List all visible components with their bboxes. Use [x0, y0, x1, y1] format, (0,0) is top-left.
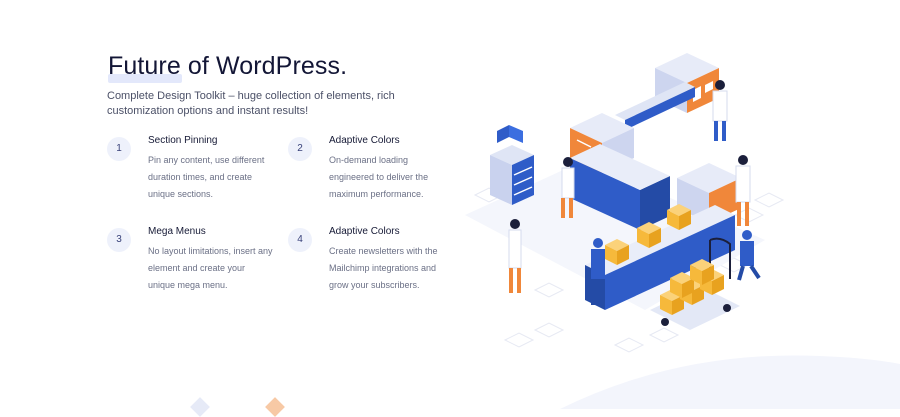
page-title: Future of WordPress.	[108, 52, 348, 80]
title-block: Future of WordPress.	[108, 52, 348, 83]
feature-number: 4	[288, 228, 312, 252]
feature-number: 2	[288, 137, 312, 161]
cabinet-icon	[490, 125, 534, 205]
feature-description: On-demand loading engineered to deliver …	[329, 155, 429, 199]
feature-description: Pin any content, use different duration …	[148, 155, 265, 199]
feature-title: Adaptive Colors	[329, 226, 400, 237]
feature-title: Adaptive Colors	[329, 135, 400, 146]
diamond-icon	[190, 397, 210, 417]
page-subtitle: Complete Design Toolkit – huge collectio…	[107, 90, 395, 117]
feature-description: No layout limitations, insert any elemen…	[148, 246, 273, 290]
decorative-wave	[560, 355, 900, 409]
worker-icon	[508, 219, 522, 293]
worker-icon	[735, 155, 751, 226]
feature-description: Create newsletters with the Mailchimp in…	[329, 246, 438, 290]
feature-title: Mega Menus	[148, 226, 206, 237]
factory-conveyor-illustration	[465, 53, 785, 353]
diamond-icon	[265, 397, 285, 417]
feature-number: 1	[107, 137, 131, 161]
feature-title: Section Pinning	[148, 135, 218, 146]
feature-number: 3	[107, 228, 131, 252]
